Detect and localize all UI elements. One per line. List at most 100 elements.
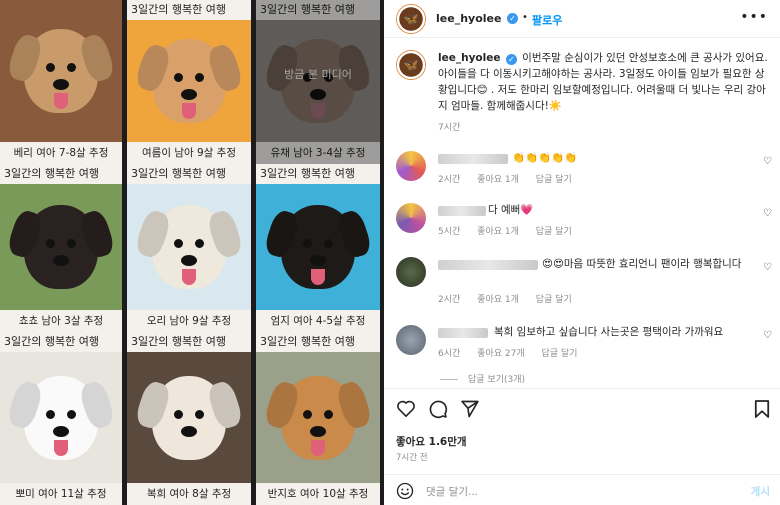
- comment-likes[interactable]: 좋아요 1개: [477, 227, 519, 237]
- bookmark-icon[interactable]: [754, 399, 770, 419]
- blurred-username: [438, 206, 486, 216]
- divider-line: [440, 379, 458, 380]
- dog-illustration: [133, 375, 245, 460]
- share-paper-plane-icon[interactable]: [460, 399, 480, 419]
- dog-photo: [0, 0, 122, 142]
- verified-icon: ✓: [505, 54, 517, 65]
- commenter-avatar[interactable]: [396, 257, 426, 287]
- author-username[interactable]: lee_hyolee: [436, 12, 501, 25]
- dog-photo-card[interactable]: 베리 여아 7-8살 추정: [0, 0, 122, 164]
- comment-meta: 2시간 좋아요 1개 답글 달기: [438, 292, 586, 305]
- post-actions: 좋아요 1.6만개 7시간 전 댓글 달기... 게시: [384, 388, 780, 505]
- reply-button[interactable]: 답글 달기: [536, 227, 572, 237]
- blurred-username: [438, 328, 488, 338]
- dog-name-caption: 여름이 남아 9살 추정: [127, 142, 251, 164]
- more-options-icon[interactable]: •••: [740, 9, 768, 25]
- recently-viewed-label: 방금 본 미디어: [284, 68, 352, 81]
- dog-photo: [127, 184, 251, 310]
- caption-username[interactable]: lee_hyolee: [438, 52, 500, 64]
- dog-name-caption: 쵸쵸 남아 3살 추정: [0, 310, 122, 332]
- dog-name-caption: 베리 여아 7-8살 추정: [0, 142, 122, 164]
- dog-photo-card[interactable]: 3일간의 행복한 여행 방금 본 미디어 유채 남아 3-4살 추정: [256, 0, 380, 164]
- dog-photo: [127, 20, 251, 142]
- dog-illustration: [133, 205, 245, 289]
- verified-icon: ✓: [507, 13, 518, 24]
- comment-likes[interactable]: 좋아요 1개: [477, 295, 519, 305]
- butterfly-icon: 🦋: [403, 58, 419, 72]
- card-top-caption: 3일간의 행복한 여행: [127, 164, 251, 184]
- add-comment-bar: 댓글 달기... 게시: [384, 474, 780, 505]
- dog-illustration: [5, 375, 117, 460]
- separator-dot: •: [522, 12, 528, 23]
- reply-button[interactable]: 답글 달기: [541, 349, 577, 359]
- post-comment-button[interactable]: 게시: [751, 484, 770, 499]
- author-avatar[interactable]: 🦋: [396, 4, 426, 34]
- instagram-post-view: 베리 여아 7-8살 추정 3일간의 행복한 여행 여름이 남아 9살 추정 3일간의…: [0, 0, 780, 505]
- comment-text: 😍😍마음 따뜻한 효리언니 팬이라 행복합니다: [542, 258, 742, 270]
- likes-count[interactable]: 좋아요 1.6만개: [396, 434, 467, 449]
- commenter-avatar[interactable]: [396, 151, 426, 181]
- follow-button[interactable]: 팔로우: [532, 12, 562, 28]
- comment-time: 6시간: [438, 349, 461, 359]
- dog-name-caption: 복희 여아 8살 추정: [127, 483, 251, 505]
- butterfly-icon: 🦋: [403, 12, 419, 26]
- view-replies-button[interactable]: 답글 보기(3개): [440, 372, 525, 385]
- comment-text: 다 예뻐💗: [488, 204, 534, 216]
- dog-illustration: [5, 205, 117, 289]
- blurred-username: [438, 260, 538, 270]
- post-header: 🦋 lee_hyolee ✓ • 팔로우 •••: [384, 0, 780, 38]
- dog-photo-card[interactable]: 3일간의 행복한 여행반지호 여아 10살 추정: [256, 332, 380, 505]
- like-comment-heart-icon[interactable]: ♡: [763, 262, 772, 273]
- card-top-caption: 3일간의 행복한 여행: [127, 332, 251, 352]
- dog-photo-card[interactable]: 3일간의 행복한 여행복희 여아 8살 추정: [127, 332, 251, 505]
- view-replies-label: 답글 보기(3개): [468, 375, 526, 385]
- comment-time: 2시간: [438, 295, 461, 305]
- comment-bubble-icon[interactable]: [428, 399, 448, 419]
- dog-illustration: [262, 375, 374, 460]
- comment-likes[interactable]: 좋아요 1개: [477, 175, 519, 185]
- dog-illustration: [133, 39, 245, 123]
- dog-name-caption: 반지호 여아 10살 추정: [256, 483, 380, 505]
- dog-photo: [256, 352, 380, 483]
- like-comment-heart-icon[interactable]: ♡: [763, 330, 772, 341]
- like-comment-heart-icon[interactable]: ♡: [763, 156, 772, 167]
- post-image-grid[interactable]: 베리 여아 7-8살 추정 3일간의 행복한 여행 여름이 남아 9살 추정 3일간의…: [0, 0, 384, 505]
- comment-likes[interactable]: 좋아요 27개: [477, 349, 524, 359]
- comment-input[interactable]: 댓글 달기...: [426, 484, 478, 499]
- emoji-icon[interactable]: [396, 482, 414, 500]
- dog-photo-card[interactable]: 3일간의 행복한 여행여름이 남아 9살 추정: [127, 0, 251, 164]
- comment-time: 2시간: [438, 175, 461, 185]
- dog-name-caption: 뽀미 여아 11살 추정: [0, 483, 122, 505]
- like-heart-icon[interactable]: [396, 399, 416, 417]
- dog-photo-card[interactable]: 3일간의 행복한 여행 쵸쵸 남아 3살 추정: [0, 164, 122, 332]
- dog-photo-card[interactable]: 3일간의 행복한 여행뽀미 여아 11살 추정: [0, 332, 122, 505]
- dog-photo: [127, 352, 251, 483]
- dog-photo: [0, 184, 122, 310]
- post-panel: 🦋 lee_hyolee ✓ • 팔로우 ••• 🦋 lee_hyolee ✓ …: [384, 0, 780, 505]
- card-top-caption: 3일간의 행복한 여행: [0, 332, 122, 352]
- dog-photo-card[interactable]: 3일간의 행복한 여행 엄지 여아 4-5살 추정: [256, 164, 380, 332]
- card-top-caption: 3일간의 행복한 여행: [256, 332, 380, 352]
- caption-avatar[interactable]: 🦋: [396, 50, 426, 80]
- commenter-avatar[interactable]: [396, 325, 426, 355]
- post-timestamp: 7시간 전: [396, 453, 428, 463]
- dog-illustration: [5, 29, 117, 113]
- dog-photo: [0, 352, 122, 483]
- dog-photo-card[interactable]: 3일간의 행복한 여행오리 남아 9살 추정: [127, 164, 251, 332]
- dog-photo: [256, 184, 380, 310]
- comment-meta: 5시간 좋아요 1개 답글 달기: [438, 224, 586, 237]
- comment-text: 👏👏👏👏👏: [512, 152, 578, 164]
- blurred-username: [438, 154, 508, 164]
- post-caption: lee_hyolee ✓ 이번주말 순심이가 있던 안성보호소에 큰 공사가 있…: [438, 50, 770, 114]
- card-top-caption: 3일간의 행복한 여행: [256, 0, 380, 20]
- dog-name-caption: 오리 남아 9살 추정: [127, 310, 251, 332]
- caption-time: 7시간: [438, 123, 461, 133]
- reply-button[interactable]: 답글 달기: [536, 175, 572, 185]
- commenter-avatar[interactable]: [396, 203, 426, 233]
- like-comment-heart-icon[interactable]: ♡: [763, 208, 772, 219]
- dog-illustration: [262, 205, 374, 289]
- comment-time: 5시간: [438, 227, 461, 237]
- reply-button[interactable]: 답글 달기: [536, 295, 572, 305]
- card-top-caption: 3일간의 행복한 여행: [127, 0, 251, 20]
- comment-meta: 6시간 좋아요 27개 답글 달기: [438, 346, 591, 359]
